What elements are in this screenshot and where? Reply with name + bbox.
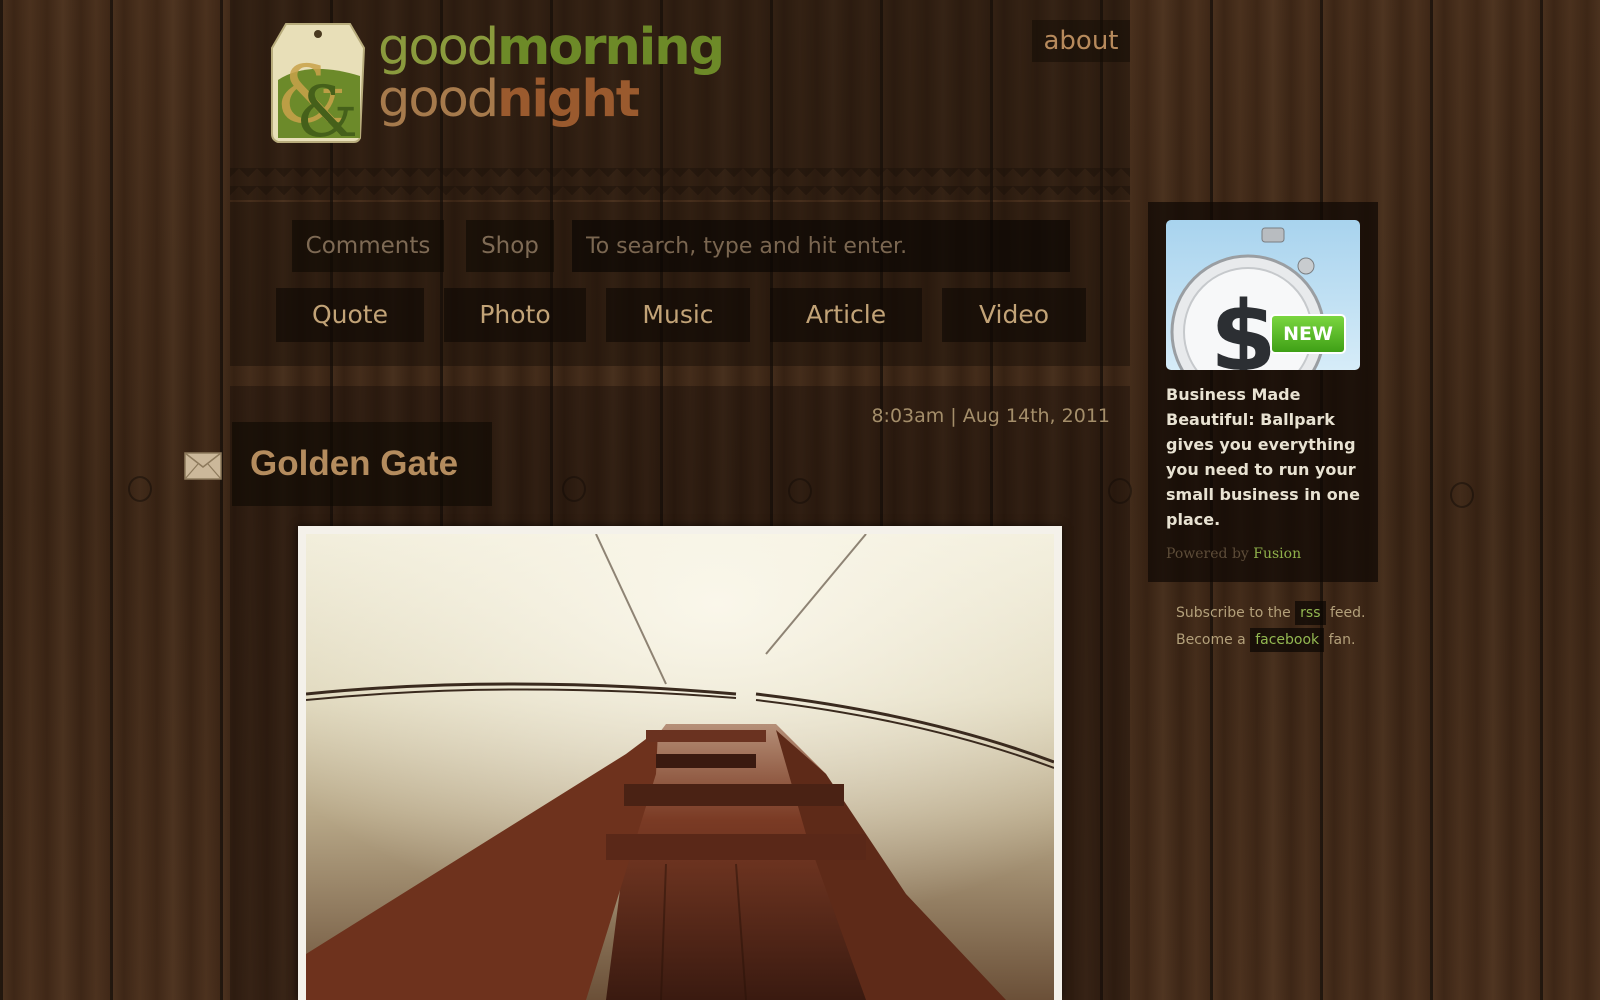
ad-stopwatch-image[interactable]: $ NEW	[1166, 220, 1360, 370]
about-link[interactable]: about	[1032, 20, 1130, 62]
category-quote-button[interactable]: Quote	[276, 288, 424, 342]
shop-button[interactable]: Shop	[466, 220, 554, 272]
logo-good-night-bold: night	[497, 70, 640, 129]
rss-link[interactable]: rss	[1295, 601, 1326, 625]
post-title[interactable]: Golden Gate	[250, 444, 458, 484]
wood-knot	[128, 476, 152, 502]
ampersand-tag-icon: & &	[271, 23, 366, 144]
site-logo-text: goodmorning goodnight	[378, 22, 725, 129]
ad-description[interactable]: Business Made Beautiful: Ballpark gives …	[1166, 382, 1366, 532]
logo-good-morning-light: good	[378, 18, 499, 77]
category-photo-button[interactable]: Photo	[444, 288, 586, 342]
comments-button[interactable]: Comments	[292, 220, 444, 272]
category-article-button[interactable]: Article	[770, 288, 922, 342]
logo-good-night-light: good	[378, 70, 499, 129]
svg-text:&: &	[296, 71, 358, 144]
envelope-icon[interactable]	[184, 452, 222, 480]
post-timestamp: 8:03am | Aug 14th, 2011	[871, 405, 1110, 427]
header-zigzag-edge	[230, 168, 1130, 200]
search-input[interactable]	[572, 220, 1070, 272]
new-badge: NEW	[1270, 314, 1346, 354]
category-video-button[interactable]: Video	[942, 288, 1086, 342]
subscribe-section: Subscribe to the rss feed. Become a face…	[1176, 600, 1365, 654]
facebook-link[interactable]: facebook	[1250, 628, 1325, 652]
facebook-prefix: Become a	[1176, 632, 1246, 648]
golden-gate-photo[interactable]	[306, 534, 1054, 1000]
facebook-suffix: fan.	[1328, 632, 1356, 648]
fusion-link[interactable]: Fusion	[1253, 546, 1301, 562]
logo-good-morning-bold: morning	[497, 18, 725, 77]
wood-knot	[1450, 482, 1474, 508]
category-music-button[interactable]: Music	[606, 288, 750, 342]
subscribe-prefix: Subscribe to the	[1176, 605, 1291, 621]
dollar-sign-icon: $	[1210, 281, 1277, 370]
post-photo-frame	[298, 526, 1062, 1000]
ad-powered-by: Powered by Fusion	[1166, 546, 1301, 562]
subscribe-suffix: feed.	[1329, 605, 1366, 621]
ad-powered-prefix: Powered by	[1166, 546, 1249, 562]
